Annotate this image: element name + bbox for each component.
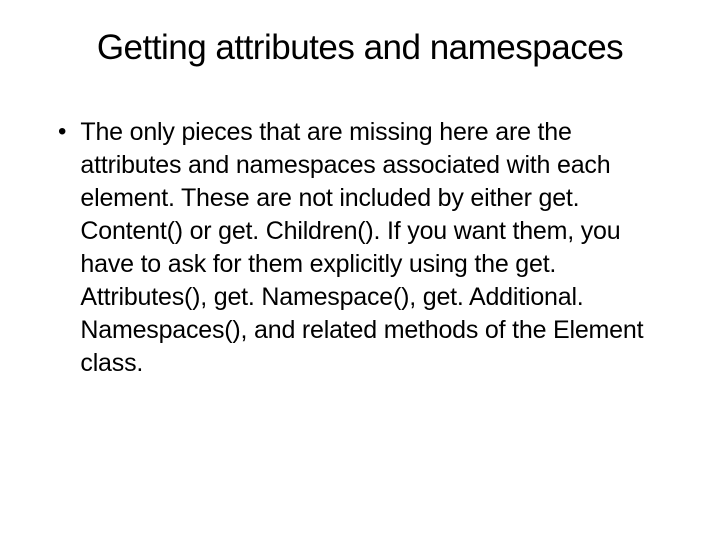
slide-content: • The only pieces that are missing here … <box>50 116 670 380</box>
bullet-marker: • <box>58 116 66 148</box>
bullet-text: The only pieces that are missing here ar… <box>80 116 670 380</box>
slide-title: Getting attributes and namespaces <box>50 28 670 68</box>
bullet-item: • The only pieces that are missing here … <box>58 116 670 380</box>
